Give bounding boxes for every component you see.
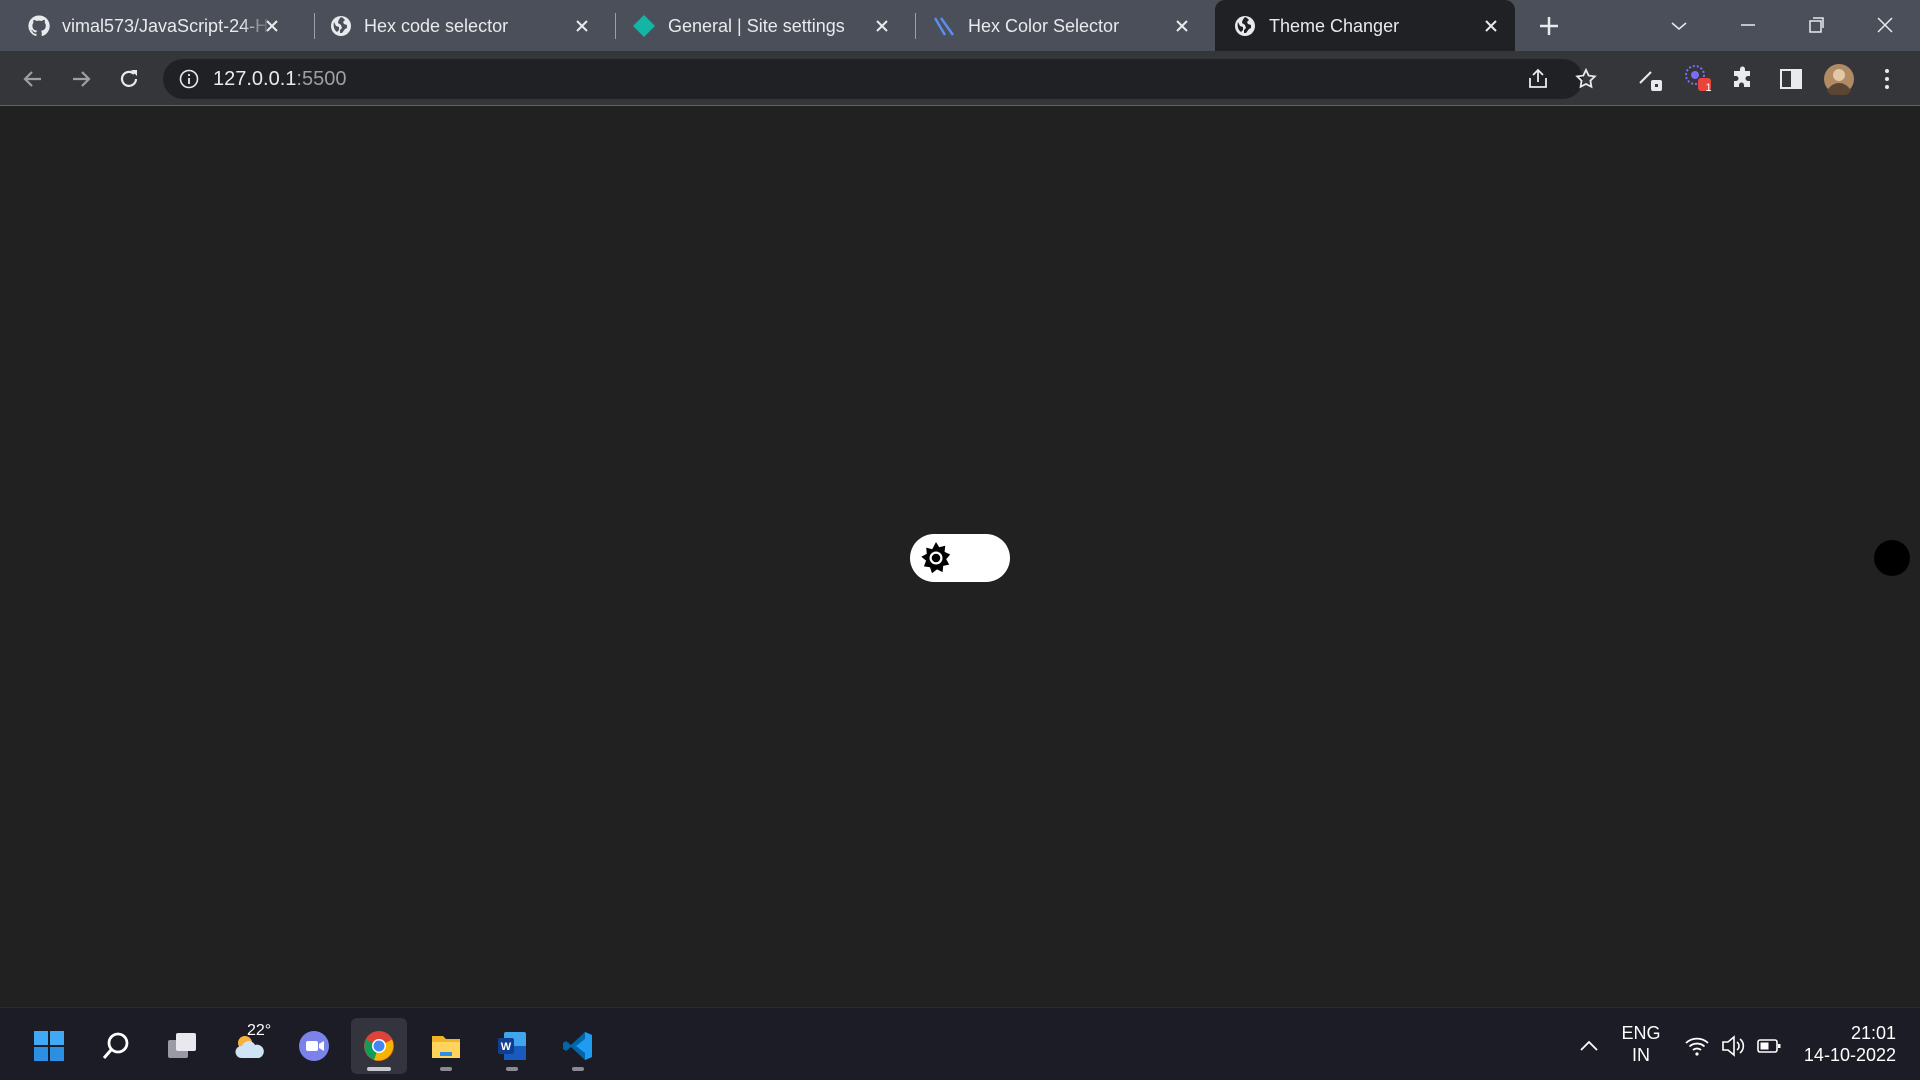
search-icon <box>102 1032 129 1059</box>
file-explorer-button[interactable] <box>418 1018 474 1074</box>
vscode-button[interactable] <box>550 1018 606 1074</box>
folder-icon <box>432 1036 460 1058</box>
chat-camera-icon <box>299 1031 329 1061</box>
pen-extension-icon[interactable] <box>1637 65 1665 93</box>
task-view-button[interactable] <box>154 1018 210 1074</box>
tab-hex-code-selector[interactable]: Hex code selector <box>302 0 602 51</box>
screen: vimal573/JavaScript-24-H Hex code select… <box>0 0 1920 1080</box>
word-button[interactable]: W <box>484 1018 540 1074</box>
menu-kebab-icon[interactable] <box>1873 65 1901 93</box>
tab-title: vimal573/JavaScript-24-H <box>62 16 269 36</box>
extensions-puzzle-icon[interactable] <box>1730 65 1758 93</box>
search-button[interactable] <box>88 1018 144 1074</box>
forward-button[interactable] <box>67 65 95 93</box>
windows-logo-icon <box>34 1031 64 1061</box>
site-info-icon[interactable] <box>178 68 200 90</box>
tab-github[interactable]: vimal573/JavaScript-24-H <box>0 0 300 51</box>
wifi-icon[interactable] <box>1684 1033 1710 1059</box>
tab-title: Hex Color Selector <box>968 16 1120 36</box>
close-icon[interactable] <box>260 14 284 38</box>
volume-icon[interactable] <box>1720 1033 1746 1059</box>
reload-button[interactable] <box>115 65 143 93</box>
clock[interactable]: 21:01 14-10-2022 <box>1796 1022 1896 1066</box>
globe-icon <box>331 16 351 36</box>
word-icon: W <box>498 1032 526 1060</box>
page-content <box>0 107 1920 1007</box>
close-icon[interactable] <box>1170 14 1194 38</box>
tab-site-settings[interactable]: General | Site settings <box>602 0 902 51</box>
start-button[interactable] <box>21 1018 77 1074</box>
language-indicator[interactable]: ENG IN <box>1616 1022 1666 1066</box>
language-region: IN <box>1632 1045 1650 1065</box>
extension-badge-count: 1 <box>1705 82 1712 94</box>
chrome-taskbar-button[interactable] <box>351 1018 407 1074</box>
tab-title: General | Site settings <box>668 16 845 36</box>
show-hidden-icons-chevron-up-icon[interactable] <box>1576 1033 1602 1059</box>
toggle-knob-moon[interactable] <box>1874 540 1910 576</box>
svg-text:W: W <box>501 1041 512 1053</box>
running-app-indicator <box>572 1067 584 1071</box>
task-view-icon <box>168 1033 196 1058</box>
minimize-button[interactable] <box>1730 8 1766 42</box>
restore-button[interactable] <box>1798 8 1834 42</box>
new-tab-button[interactable] <box>1535 12 1563 40</box>
address-bar[interactable]: 127.0.0.1:5500 <box>163 59 1597 99</box>
chrome-icon <box>364 1031 394 1061</box>
side-panel-icon[interactable] <box>1777 65 1805 93</box>
browser-toolbar: 127.0.0.1:5500 1 <box>0 51 1920 106</box>
share-icon[interactable] <box>1526 67 1550 91</box>
globe-icon <box>1235 16 1255 36</box>
windows-taskbar: 22° W ENG IN 21:01 14-10-2022 <box>0 1007 1920 1080</box>
close-icon[interactable] <box>870 14 894 38</box>
weather-widget[interactable]: 22° <box>221 1018 277 1074</box>
url-host: 127.0.0.1 <box>213 68 297 90</box>
tab-title: Theme Changer <box>1269 16 1400 36</box>
back-button[interactable] <box>19 65 47 93</box>
teams-chat-button[interactable] <box>286 1018 342 1074</box>
clock-date: 14-10-2022 <box>1803 1045 1896 1065</box>
sun-icon <box>921 542 951 574</box>
theme-toggle[interactable] <box>910 534 1910 582</box>
language-code: ENG <box>1621 1023 1661 1043</box>
github-icon <box>28 15 50 37</box>
running-app-indicator <box>506 1067 518 1071</box>
vscode-favicon-icon <box>933 17 955 36</box>
weather-temperature: 22° <box>247 1022 272 1039</box>
vscode-icon <box>563 1032 592 1060</box>
browser-tab-strip: vimal573/JavaScript-24-H Hex code select… <box>0 0 1920 51</box>
url-port: :5500 <box>296 68 347 90</box>
url-text[interactable]: 127.0.0.1:5500 <box>213 68 346 90</box>
tab-search-chevron-icon[interactable] <box>1661 8 1697 42</box>
tab-title: Hex code selector <box>364 16 509 36</box>
clock-time: 21:01 <box>1850 1023 1896 1043</box>
close-icon[interactable] <box>1479 14 1503 38</box>
close-icon[interactable] <box>570 14 594 38</box>
tab-theme-changer[interactable]: Theme Changer <box>1215 0 1515 51</box>
tab-hex-color-selector[interactable]: Hex Color Selector <box>902 0 1202 51</box>
bookmark-star-icon[interactable] <box>1574 67 1598 91</box>
battery-icon[interactable] <box>1756 1033 1782 1059</box>
diamond-icon <box>633 15 655 37</box>
running-app-indicator <box>440 1067 452 1071</box>
profile-avatar[interactable] <box>1823 63 1855 95</box>
close-window-button[interactable] <box>1867 8 1903 42</box>
active-app-indicator <box>367 1067 391 1071</box>
